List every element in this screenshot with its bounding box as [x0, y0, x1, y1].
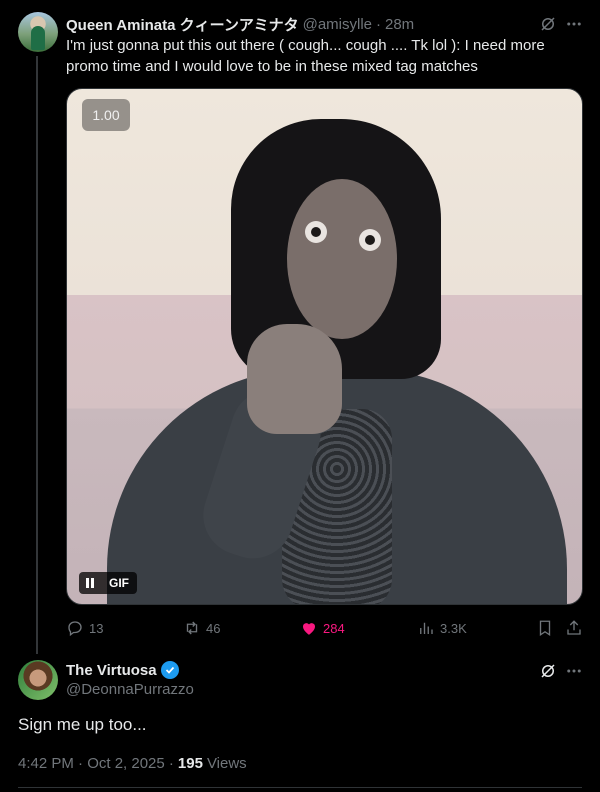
tweet-time[interactable]: 28m: [385, 16, 414, 33]
action-bar: 13 46 284 3.3K: [66, 618, 586, 638]
tweet-timestamp[interactable]: 4:42 PM · Oct 2, 2025 ·: [18, 755, 174, 772]
gif-figure-fist: [247, 324, 342, 434]
thread-connector-line: [36, 56, 38, 654]
views-count: 195: [177, 755, 203, 772]
verified-badge-icon: [160, 661, 179, 679]
grok-icon[interactable]: [538, 661, 558, 681]
like-button[interactable]: 284: [300, 618, 345, 638]
views-button[interactable]: 3.3K: [417, 618, 467, 638]
pause-icon[interactable]: [79, 572, 101, 594]
author-name[interactable]: The Virtuosa: [66, 662, 157, 679]
gif-figure-eye: [305, 221, 327, 243]
heart-icon: [303, 623, 315, 635]
repost-count: 46: [206, 620, 221, 636]
reply-icon: [68, 621, 82, 637]
more-options-icon[interactable]: [564, 14, 584, 34]
avatar[interactable]: [18, 660, 58, 700]
grok-icon[interactable]: [538, 14, 558, 34]
views-label: Views: [206, 755, 247, 772]
reply-tweet[interactable]: Queen Aminata クィーンアミナタ @amisylle · 28m I…: [0, 0, 600, 654]
bookmark-icon: [539, 620, 551, 637]
repost-button[interactable]: 46: [183, 618, 220, 638]
view-count: 3.3K: [440, 620, 467, 636]
separator-dot: ·: [376, 15, 381, 33]
reply-button[interactable]: 13: [66, 618, 103, 638]
share-icon: [567, 620, 581, 635]
author-handle[interactable]: @DeonnaPurrazzo: [66, 681, 194, 698]
playback-speed-badge[interactable]: 1.00: [82, 99, 130, 131]
avatar[interactable]: [18, 12, 58, 52]
tweet-header: The Virtuosa: [66, 660, 179, 680]
reply-count: 13: [89, 620, 104, 636]
author-handle[interactable]: @amisylle: [303, 16, 372, 33]
share-button[interactable]: [565, 618, 583, 638]
gif-figure-face: [287, 179, 397, 339]
tweet-meta: 4:42 PM · Oct 2, 2025 · 195 Views: [18, 755, 247, 772]
divider: [18, 787, 582, 788]
like-count: 284: [323, 620, 345, 636]
more-options-icon[interactable]: [564, 661, 584, 681]
bookmark-button[interactable]: [536, 618, 554, 638]
tweet-header: Queen Aminata クィーンアミナタ @amisylle · 28m: [66, 14, 414, 34]
repost-icon: [186, 621, 198, 635]
gif-media[interactable]: 1.00 GIF: [66, 88, 583, 605]
tweet-text: I'm just gonna put this out there ( coug…: [66, 37, 545, 75]
tweet-text: Sign me up too...: [18, 715, 147, 734]
analytics-icon: [420, 622, 433, 634]
gif-controls: GIF: [79, 572, 137, 594]
author-name[interactable]: Queen Aminata クィーンアミナタ: [66, 14, 299, 35]
gif-badge: GIF: [101, 572, 137, 594]
gif-figure-eye: [359, 229, 381, 251]
